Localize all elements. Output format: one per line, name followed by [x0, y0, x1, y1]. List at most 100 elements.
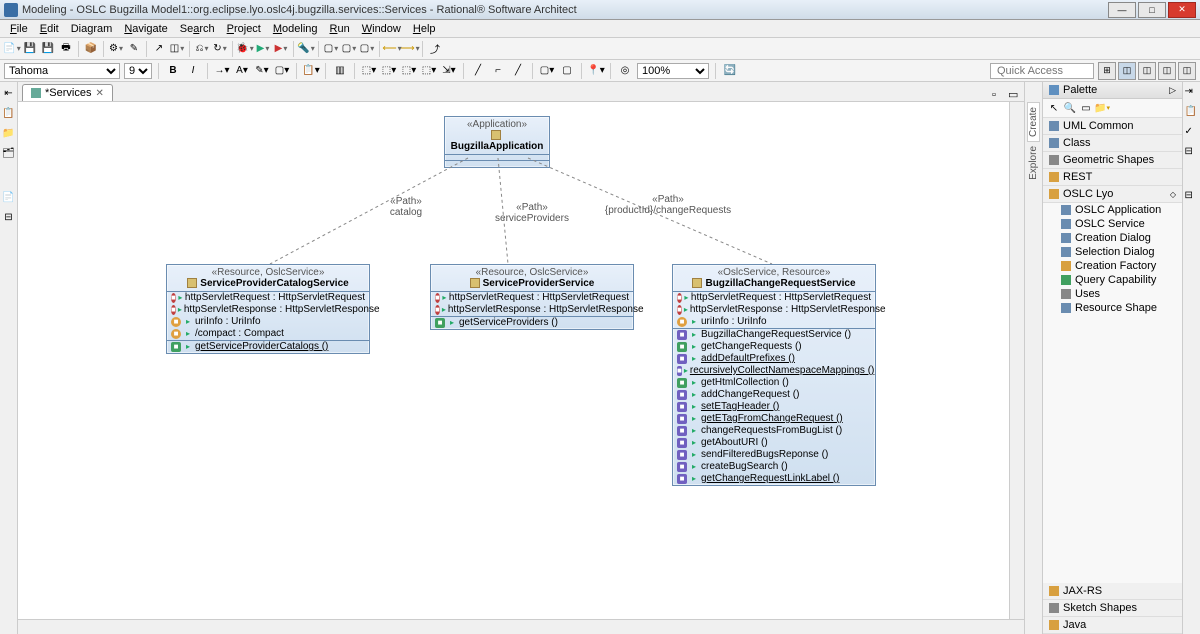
member-row[interactable]: ■▸getAboutURI () — [673, 437, 875, 449]
tool9[interactable]: ▢▾ — [359, 41, 375, 57]
menu-navigate[interactable]: Navigate — [118, 21, 173, 37]
scrollbar-vertical[interactable] — [1009, 102, 1024, 619]
member-row[interactable]: ■▸uriInfo : UriInfo — [167, 316, 369, 328]
fontcolor-button[interactable]: A▾ — [234, 63, 250, 79]
zoom-reset[interactable]: ◎ — [617, 63, 633, 79]
member-row[interactable]: ■▸addDefaultPrefixes () — [673, 353, 875, 365]
leftbar-view1[interactable]: 📋 — [2, 106, 16, 120]
member-row[interactable]: ■▸httpServletRequest : HttpServletReques… — [673, 292, 875, 304]
debug-icon[interactable]: 🐞▾ — [237, 41, 253, 57]
menu-search[interactable]: Search — [174, 21, 221, 37]
tool3[interactable]: ↗ — [151, 41, 167, 57]
palette-item[interactable]: Creation Dialog — [1043, 231, 1182, 245]
farright-view3[interactable]: ⊟ — [1185, 146, 1199, 160]
menu-modeling[interactable]: Modeling — [267, 21, 324, 37]
palette-group[interactable]: Java — [1043, 617, 1182, 634]
persp-open[interactable]: ⊞ — [1098, 62, 1116, 80]
tool8[interactable]: ▢▾ — [341, 41, 357, 57]
forward-icon[interactable]: ⟶▾ — [402, 41, 418, 57]
save-button[interactable]: 💾 — [22, 41, 38, 57]
palette-group[interactable]: UML Common — [1043, 118, 1182, 135]
palette-item[interactable]: Resource Shape — [1043, 301, 1182, 315]
menu-run[interactable]: Run — [324, 21, 356, 37]
extrun-icon[interactable]: ▶▾ — [273, 41, 289, 57]
palette-item[interactable]: OSLC Application — [1043, 203, 1182, 217]
leftbar-view3[interactable]: 🗂 — [2, 146, 16, 160]
minimize-button[interactable]: — — [1108, 2, 1136, 18]
tab-close-icon[interactable]: ✕ — [95, 88, 103, 99]
linecolor-button[interactable]: ✎▾ — [254, 63, 270, 79]
palette-group[interactable]: Geometric Shapes — [1043, 152, 1182, 169]
palette-group[interactable]: REST — [1043, 169, 1182, 186]
diagram-canvas[interactable]: «Application» BugzillaApplication «Path»… — [18, 102, 1024, 634]
member-row[interactable]: ■▸/compact : Compact — [167, 328, 369, 340]
fillcolor-button[interactable]: ▢▾ — [274, 63, 290, 79]
select-tool[interactable]: ↖ — [1047, 101, 1061, 115]
persp-2[interactable]: ◫ — [1138, 62, 1156, 80]
view-button[interactable]: ▥ — [332, 63, 348, 79]
rt2[interactable]: ⌐ — [490, 63, 506, 79]
italic-button[interactable]: I — [185, 63, 201, 79]
leftbar-view4[interactable]: 📄 — [2, 190, 16, 204]
member-row[interactable]: ■▸getETagFromChangeRequest () — [673, 413, 875, 425]
node-service-provider-service[interactable]: «Resource, OslcService» ServiceProviderS… — [430, 264, 634, 330]
search-icon[interactable]: 🔦▾ — [298, 41, 314, 57]
persp-4[interactable]: ◫ — [1178, 62, 1196, 80]
new-button[interactable]: 📄▾ — [4, 41, 20, 57]
palette-item[interactable]: Selection Dialog — [1043, 245, 1182, 259]
editor-max[interactable]: ▭ — [1008, 88, 1024, 101]
member-row[interactable]: ■▸getServiceProviders () — [431, 317, 633, 329]
filter2[interactable]: ▢ — [559, 63, 575, 79]
member-row[interactable]: ■▸sendFilteredBugsReponse () — [673, 449, 875, 461]
palette-group[interactable]: Class — [1043, 135, 1182, 152]
palette-collapse-icon[interactable]: ▷ — [1169, 85, 1176, 96]
palette-item[interactable]: OSLC Service — [1043, 217, 1182, 231]
build-button[interactable]: 📦 — [83, 41, 99, 57]
filter1[interactable]: ▢▾ — [539, 63, 555, 79]
menu-help[interactable]: Help — [407, 21, 442, 37]
font-select[interactable]: Tahoma — [4, 63, 120, 79]
editor-min[interactable]: ▫ — [992, 89, 1008, 101]
tool5[interactable]: ⎌▾ — [194, 41, 210, 57]
menu-edit[interactable]: Edit — [34, 21, 65, 37]
node-bugzilla-change-request-service[interactable]: «OslcService, Resource» BugzillaChangeRe… — [672, 264, 876, 486]
member-row[interactable]: ■▸httpServletRequest : HttpServletReques… — [431, 292, 633, 304]
tool7[interactable]: ▢▾ — [323, 41, 339, 57]
tool1[interactable]: ⚙▾ — [108, 41, 124, 57]
member-row[interactable]: ■▸createBugSearch () — [673, 461, 875, 473]
tool10[interactable]: ⤴ — [427, 41, 443, 57]
member-row[interactable]: ■▸getChangeRequests () — [673, 341, 875, 353]
pin-icon[interactable]: 📍▾ — [588, 63, 604, 79]
run-icon[interactable]: ▶▾ — [255, 41, 271, 57]
palette-item[interactable]: Query Capability — [1043, 273, 1182, 287]
grp4[interactable]: ⬚▾ — [421, 63, 437, 79]
quick-access-input[interactable] — [990, 63, 1094, 79]
grp2[interactable]: ⬚▾ — [381, 63, 397, 79]
farright-view1[interactable]: 📋 — [1185, 106, 1199, 120]
farright-view2[interactable]: ✓ — [1185, 126, 1199, 140]
palette-group[interactable]: Sketch Shapes — [1043, 600, 1182, 617]
leftbar-restore[interactable]: ⇤ — [2, 86, 16, 100]
member-row[interactable]: ■▸uriInfo : UriInfo — [673, 316, 875, 328]
member-row[interactable]: ■▸setETagHeader () — [673, 401, 875, 413]
bold-button[interactable]: B — [165, 63, 181, 79]
member-row[interactable]: ■▸addChangeRequest () — [673, 389, 875, 401]
scrollbar-horizontal[interactable] — [18, 619, 1024, 634]
menu-project[interactable]: Project — [221, 21, 267, 37]
member-row[interactable]: ■▸httpServletResponse : HttpServletRespo… — [167, 304, 369, 316]
back-icon[interactable]: ⟵▾ — [384, 41, 400, 57]
tab-services[interactable]: *Services ✕ — [22, 84, 113, 101]
grp1[interactable]: ⬚▾ — [361, 63, 377, 79]
copyfmt-button[interactable]: 📋▾ — [303, 63, 319, 79]
rt1[interactable]: ╱ — [470, 63, 486, 79]
palette-item[interactable]: Uses — [1043, 287, 1182, 301]
member-row[interactable]: ■▸changeRequestsFromBugList () — [673, 425, 875, 437]
menu-window[interactable]: Window — [356, 21, 407, 37]
grp3[interactable]: ⬚▾ — [401, 63, 417, 79]
maximize-button[interactable]: □ — [1138, 2, 1166, 18]
member-row[interactable]: ■▸getHtmlCollection () — [673, 377, 875, 389]
arrow-tool[interactable]: →▾ — [214, 63, 230, 79]
zoom-select[interactable]: 100% — [637, 63, 709, 79]
palette-group[interactable]: OSLC Lyo◇ — [1043, 186, 1182, 203]
saveall-button[interactable]: 💾 — [40, 41, 56, 57]
